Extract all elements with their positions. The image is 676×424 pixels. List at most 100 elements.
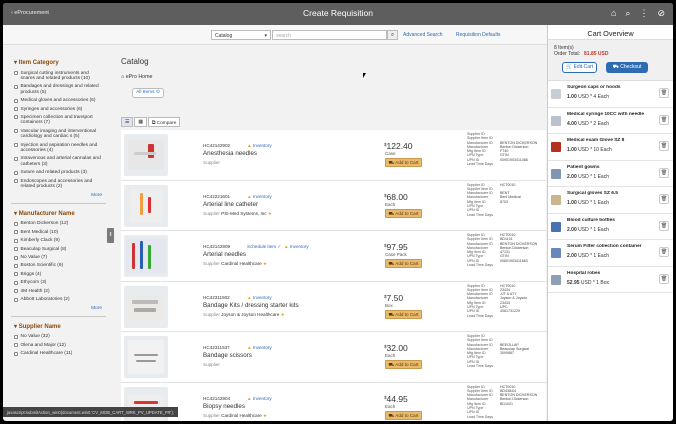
cart-item-name[interactable]: Patient gowns xyxy=(567,165,651,170)
item-category-facet[interactable]: Suture and related products (3) xyxy=(11,169,106,177)
checkbox[interactable] xyxy=(14,129,18,134)
checkbox[interactable] xyxy=(14,71,18,75)
grid-view-button[interactable]: ▦ xyxy=(134,117,147,127)
home-icon[interactable]: ⌂ xyxy=(611,8,616,19)
cart-item-name[interactable]: Medical syringe 10CC with needle xyxy=(567,112,651,117)
product-image[interactable] xyxy=(124,285,168,328)
inventory-link[interactable]: ▲ Inventory xyxy=(247,396,272,401)
item-category-facet[interactable]: Medical gloves and accessories (6) xyxy=(11,97,106,105)
menu-icon[interactable]: ⋮ xyxy=(639,8,648,19)
item-category-more-link[interactable]: More xyxy=(11,191,106,201)
checkout-button[interactable]: ⛟ Checkout xyxy=(606,62,648,73)
item-category-facet[interactable]: Endoscopes and accessories and related p… xyxy=(11,177,106,191)
cart-item-name[interactable]: Surgeon caps or hoods xyxy=(567,85,651,90)
inventory-link[interactable]: ▲ Inventory xyxy=(284,244,309,249)
inventory-link[interactable]: ▲ Inventory xyxy=(247,143,272,148)
checkbox[interactable] xyxy=(14,156,18,161)
checkbox[interactable] xyxy=(14,179,18,184)
checkbox[interactable] xyxy=(14,289,18,294)
manufacturer-facet[interactable]: 4M Health (2) xyxy=(11,287,106,295)
checkbox[interactable] xyxy=(14,107,18,112)
cart-item-name[interactable]: Hospital robes xyxy=(567,271,651,276)
item-category-facet[interactable]: Vascular imaging and interventional card… xyxy=(11,127,106,141)
product-image[interactable] xyxy=(124,235,168,277)
edit-cart-button[interactable]: 🛒 Edit Cart xyxy=(562,62,597,73)
item-name[interactable]: Bandage Kits / dressing starter kits xyxy=(203,302,299,309)
collapse-sidebar-button[interactable]: ‖ xyxy=(107,228,114,243)
checkbox[interactable] xyxy=(14,98,18,103)
schedule-item-link[interactable]: Schedule item ✓ xyxy=(247,244,281,250)
checkbox[interactable] xyxy=(14,230,18,235)
delete-item-button[interactable]: 🗑 xyxy=(659,247,669,257)
manufacturer-facet[interactable]: Abbott Laboratories (2) xyxy=(11,296,106,304)
item-category-facet[interactable]: Injection and aspiration needles and acc… xyxy=(11,141,106,155)
manufacturer-header[interactable]: ▾ Manufacturer Name xyxy=(11,206,106,220)
supplier-facet[interactable]: Cardinal Healthcare (11) xyxy=(11,350,106,358)
checkbox[interactable] xyxy=(14,247,18,252)
item-category-facet[interactable]: Syringes and accessories (6) xyxy=(11,105,106,113)
item-category-header[interactable]: ▾ Item Category xyxy=(11,55,106,69)
checkbox[interactable] xyxy=(14,143,18,148)
navbar-icon[interactable]: ⊘ xyxy=(657,8,665,19)
item-category-facet[interactable]: Surgical cutting instruments and snares … xyxy=(11,69,106,83)
supplier-facet[interactable]: Olena and Major (12) xyxy=(11,341,106,349)
compare-button[interactable]: ⧉ Compare xyxy=(147,117,181,127)
item-name[interactable]: Biopsy needles xyxy=(203,403,245,410)
search-input[interactable]: search xyxy=(272,30,387,40)
manufacturer-facet[interactable]: Beaculap Surgical (8) xyxy=(11,245,106,253)
delete-item-button[interactable]: 🗑 xyxy=(659,114,669,125)
checkbox[interactable] xyxy=(14,255,18,260)
search-button[interactable]: ⌕ xyxy=(387,30,398,40)
manufacturer-facet[interactable]: Boston Scientific (6) xyxy=(11,262,106,270)
item-category-facet[interactable]: Specimen collection and transport contai… xyxy=(11,113,106,127)
add-to-cart-button[interactable]: ⛟ Add to Cart xyxy=(385,208,422,218)
all-items-button[interactable]: All Items ⊙ xyxy=(132,88,164,98)
checkbox[interactable] xyxy=(14,297,18,302)
add-to-cart-button[interactable]: ⛟ Add to Cart xyxy=(385,360,422,369)
item-category-facet[interactable]: Bandages and dressings and related produ… xyxy=(11,83,106,97)
add-to-cart-button[interactable]: ⛟ Add to Cart xyxy=(385,410,422,420)
checkbox[interactable] xyxy=(14,221,18,226)
item-name[interactable]: Arterial needles xyxy=(203,251,246,258)
epro-home-link[interactable]: ⌂ ePro Home xyxy=(121,74,152,80)
item-category-facet[interactable]: Intravenous and arterial cannulas and ca… xyxy=(11,155,106,169)
item-name[interactable]: Anesthesia needles xyxy=(203,150,257,157)
product-image[interactable] xyxy=(124,336,168,378)
checkbox[interactable] xyxy=(14,84,18,89)
checkbox[interactable] xyxy=(14,170,18,175)
delete-item-button[interactable]: 🗑 xyxy=(659,273,669,284)
supplier-header[interactable]: ▾ Supplier Name xyxy=(11,319,106,333)
item-name[interactable]: Arterial line catheter xyxy=(203,201,258,208)
cart-item-name[interactable]: Serum Filter collection container xyxy=(567,244,651,249)
product-image[interactable] xyxy=(124,134,168,176)
cart-item-name[interactable]: Medical exam Glove SZ 8 xyxy=(567,138,651,143)
checkbox[interactable] xyxy=(14,263,18,268)
delete-item-button[interactable]: 🗑 xyxy=(659,88,669,98)
list-view-button[interactable]: ☰ xyxy=(121,117,134,127)
manufacturer-facet[interactable]: Briggs (4) xyxy=(11,270,106,278)
supplier-facet[interactable]: No Value (32) xyxy=(11,333,106,341)
search-icon[interactable]: ⌕ xyxy=(625,8,630,19)
manufacturer-facet[interactable]: Ethycom (3) xyxy=(11,279,106,287)
search-type-select[interactable]: Catalog ▾ xyxy=(211,30,271,40)
requisition-defaults-link[interactable]: Requisition Defaults xyxy=(456,32,500,38)
checkbox[interactable] xyxy=(14,280,18,285)
checkbox[interactable] xyxy=(14,334,18,339)
manufacturer-facet[interactable]: Benton Dickerson (12) xyxy=(11,220,106,228)
advanced-search-link[interactable]: Advanced Search xyxy=(403,32,442,38)
product-image[interactable] xyxy=(124,184,168,227)
checkbox[interactable] xyxy=(14,351,18,356)
add-to-cart-button[interactable]: ⛟ Add to Cart xyxy=(385,158,422,167)
manufacturer-facet[interactable]: Bent Medical (10) xyxy=(11,228,106,236)
manufacturer-facet[interactable]: Kimberly Clack (9) xyxy=(11,237,106,245)
cart-item-name[interactable]: Surgical gloves SZ 6.5 xyxy=(567,191,651,196)
delete-item-button[interactable]: 🗑 xyxy=(659,141,669,151)
delete-item-button[interactable]: 🗑 xyxy=(659,220,669,231)
checkbox[interactable] xyxy=(14,238,18,243)
delete-item-button[interactable]: 🗑 xyxy=(659,167,669,178)
delete-item-button[interactable]: 🗑 xyxy=(659,194,669,204)
inventory-link[interactable]: ▲ Inventory xyxy=(247,295,272,300)
checkbox[interactable] xyxy=(14,343,18,348)
add-to-cart-button[interactable]: ⛟ Add to Cart xyxy=(385,309,422,319)
checkbox[interactable] xyxy=(14,272,18,277)
